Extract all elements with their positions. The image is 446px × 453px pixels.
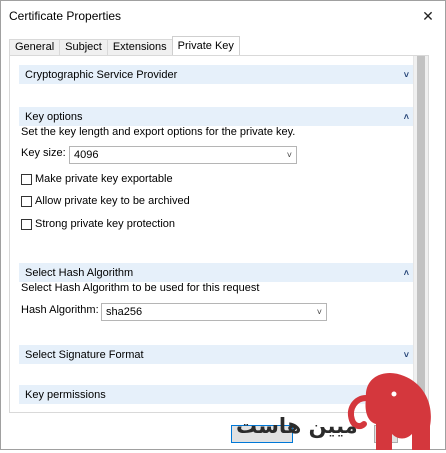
exportable-checkbox-row[interactable]: Make private key exportable	[21, 173, 173, 185]
tab-private-key[interactable]: Private Key	[171, 36, 240, 55]
section-title-key-options: Key options	[25, 110, 83, 123]
section-title-csp: Cryptographic Service Provider	[25, 68, 178, 81]
tab-strip: General Subject Extensions Private Key	[9, 36, 240, 55]
tab-general[interactable]: General	[9, 39, 61, 55]
dialog-title: Certificate Properties	[9, 9, 122, 23]
section-header-hash[interactable]: Select Hash Algorithm ˄	[19, 263, 415, 282]
strong-protection-checkbox-row[interactable]: Strong private key protection	[21, 218, 175, 230]
key-size-value: 4096	[74, 149, 99, 161]
chevron-down-icon[interactable]: ˅	[404, 350, 409, 360]
key-options-description: Set the key length and export options fo…	[21, 126, 296, 138]
title-bar: Certificate Properties ✕	[1, 1, 445, 31]
chevron-up-icon[interactable]: ˄	[404, 112, 409, 122]
chevron-up-icon[interactable]: ˄	[404, 268, 409, 278]
tab-extensions[interactable]: Extensions	[106, 39, 173, 55]
watermark-logo: میین هاست	[236, 368, 446, 450]
section-header-key-options[interactable]: Key options ˄	[19, 107, 415, 126]
watermark-text: میین هاست	[236, 414, 358, 438]
exportable-label: Make private key exportable	[35, 173, 173, 185]
sections-scroll-area: Cryptographic Service Provider ˅ Key opt…	[19, 63, 415, 409]
hash-algorithm-select[interactable]: sha256 ˅	[101, 303, 327, 321]
chevron-down-icon[interactable]: ˅	[404, 70, 409, 80]
strong-protection-checkbox[interactable]	[21, 218, 32, 230]
chevron-down-icon: ˅	[286, 150, 292, 160]
archived-checkbox[interactable]	[21, 195, 32, 207]
key-size-select[interactable]: 4096 ˅	[69, 146, 297, 164]
archived-label: Allow private key to be archived	[35, 195, 190, 207]
hash-algorithm-value: sha256	[106, 306, 143, 318]
vertical-scrollbar[interactable]	[413, 56, 428, 410]
chevron-down-icon: ˅	[316, 307, 322, 317]
archived-checkbox-row[interactable]: Allow private key to be archived	[21, 195, 190, 207]
close-icon[interactable]: ✕	[411, 1, 445, 31]
hash-algorithm-label: Hash Algorithm:	[21, 304, 99, 316]
section-title-signature: Select Signature Format	[25, 348, 144, 361]
key-size-label: Key size:	[21, 147, 66, 159]
section-header-csp[interactable]: Cryptographic Service Provider ˅	[19, 65, 415, 84]
section-title-permissions: Key permissions	[25, 388, 106, 401]
exportable-checkbox[interactable]	[21, 173, 32, 185]
hash-description: Select Hash Algorithm to be used for thi…	[21, 282, 260, 294]
tab-subject[interactable]: Subject	[59, 39, 108, 55]
section-title-hash: Select Hash Algorithm	[25, 266, 134, 279]
private-key-panel: Cryptographic Service Provider ˅ Key opt…	[9, 55, 429, 413]
section-header-signature[interactable]: Select Signature Format ˅	[19, 345, 415, 364]
scrollbar-thumb[interactable]	[417, 56, 425, 410]
strong-protection-label: Strong private key protection	[35, 218, 176, 230]
